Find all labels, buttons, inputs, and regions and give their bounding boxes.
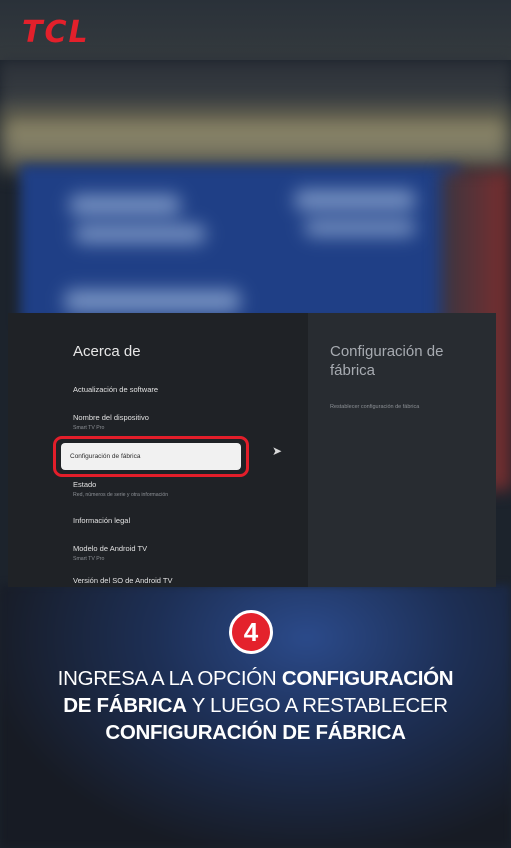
background-band [0, 60, 511, 115]
menu-item-factory-reset[interactable]: Configuración de fábrica [61, 443, 241, 470]
menu-item-subtitle: Smart TV Pro [73, 425, 105, 431]
menu-item-label: Versión del SO de Android TV [73, 576, 173, 585]
caption-text: Y LUEGO A RESTABLECER [186, 694, 448, 717]
menu-item-label: Configuración de fábrica [70, 453, 141, 460]
menu-item-software-update[interactable]: Actualización de software [73, 385, 158, 394]
settings-panel: Acerca de Actualización de software Nomb… [8, 313, 496, 587]
detail-title: Configuración de fábrica [330, 343, 444, 379]
caption-text: INGRESA A LA OPCIÓN [57, 667, 282, 690]
caption-text-bold: CONFIGURACIÓN [281, 667, 454, 690]
menu-item-android-model[interactable]: Modelo de Android TV Smart TV Pro [73, 544, 147, 562]
menu-item-device-name[interactable]: Nombre del dispositivo Smart TV Pro [73, 413, 149, 431]
menu-item-label: Nombre del dispositivo [73, 413, 149, 422]
highlight-frame: Configuración de fábrica [53, 436, 249, 477]
menu-item-label: Modelo de Android TV [73, 544, 148, 553]
menu-item-label: Estado [73, 480, 97, 489]
menu-item-label: Información legal [73, 516, 131, 525]
caption-line-3: CONFIGURACIÓN DE FÁBRICA [0, 719, 511, 746]
detail-description: Restablecer configuración de fábrica [330, 404, 420, 410]
settings-list: Acerca de Actualización de software Nomb… [8, 313, 308, 587]
tcl-logo: TCL [22, 15, 90, 50]
caption-line-2: DE FÁBRICA Y LUEGO A RESTABLECER [0, 692, 511, 719]
section-title: Acerca de [73, 343, 141, 360]
menu-item-os-version[interactable]: Versión del SO de Android TV [73, 576, 173, 585]
instruction-caption: INGRESA A LA OPCIÓN CONFIGURACIÓN DE FÁB… [0, 665, 511, 746]
caption-line-1: INGRESA A LA OPCIÓN CONFIGURACIÓN [0, 665, 511, 692]
step-badge: 4 [229, 610, 273, 654]
caption-text-bold: CONFIGURACIÓN DE FÁBRICA [105, 721, 406, 744]
menu-item-subtitle: Smart TV Pro [73, 556, 105, 562]
mouse-cursor-icon: ➤ [272, 444, 283, 458]
detail-pane: Configuración de fábrica Restablecer con… [308, 313, 496, 587]
menu-item-label: Actualización de software [73, 385, 159, 394]
menu-item-subtitle: Red, números de serie y otra información [73, 492, 169, 498]
menu-item-legal-info[interactable]: Información legal [73, 516, 130, 525]
blurred-tv-screen [20, 165, 460, 325]
menu-item-status[interactable]: Estado Red, números de serie y otra info… [73, 480, 168, 498]
background-band-light [0, 110, 511, 170]
caption-text-bold: DE FÁBRICA [63, 694, 187, 717]
